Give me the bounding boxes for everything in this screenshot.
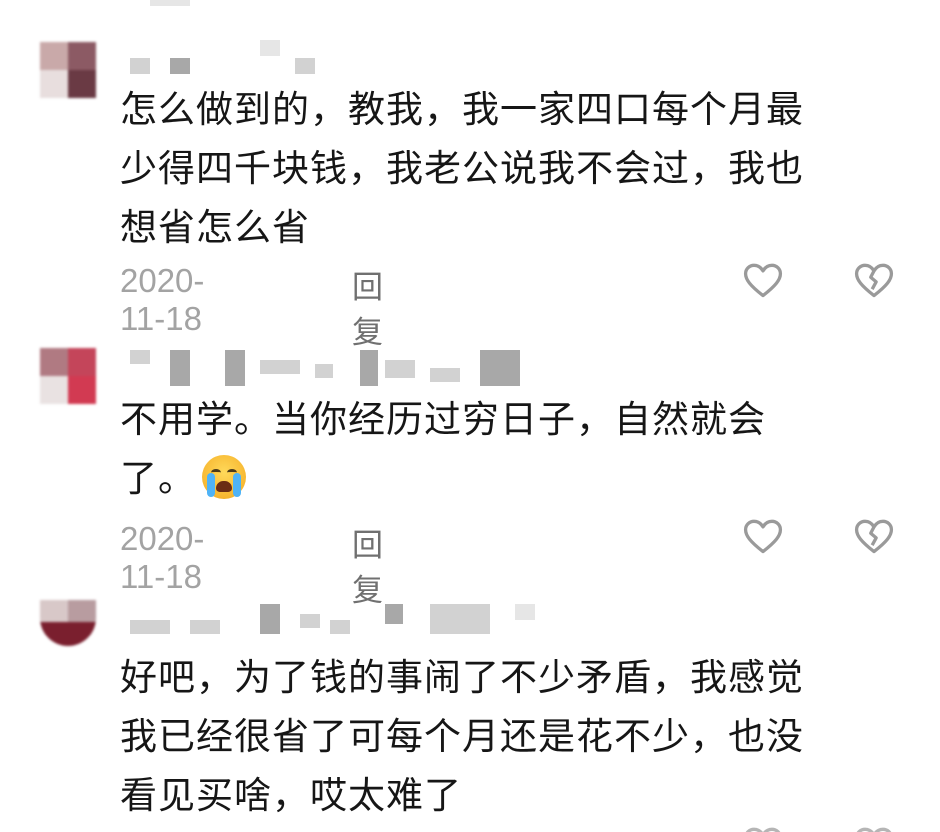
avatar[interactable] [40, 600, 96, 646]
reply-button[interactable]: 回复 [352, 520, 383, 610]
avatar[interactable] [40, 42, 96, 98]
heart-outline-icon[interactable] [741, 514, 785, 558]
comment-date: 2020-11-18 [120, 262, 205, 337]
broken-heart-icon[interactable] [852, 258, 896, 302]
heart-outline-icon[interactable] [741, 258, 785, 302]
broken-heart-icon[interactable] [852, 514, 896, 558]
broken-heart-icon[interactable] [852, 822, 896, 832]
heart-outline-icon[interactable] [741, 822, 785, 832]
crying-face-emoji [202, 455, 246, 499]
avatar[interactable] [40, 348, 96, 404]
comment-text: 好吧，为了钱的事闹了不少矛盾，我感觉 我已经很省了可每个月还是花不少，也没 看见… [120, 656, 804, 817]
reply-button[interactable]: 回复 [352, 262, 383, 352]
comment-text: 怎么做到的，教我，我一家四口每个月最 少得四千块钱，我老公说我不会过，我也 想省… [120, 88, 804, 249]
comment-date: 2020-11-18 [120, 520, 205, 595]
comment-text: 不用学。当你经历过穷日子，自然就会 了。 [120, 390, 880, 508]
